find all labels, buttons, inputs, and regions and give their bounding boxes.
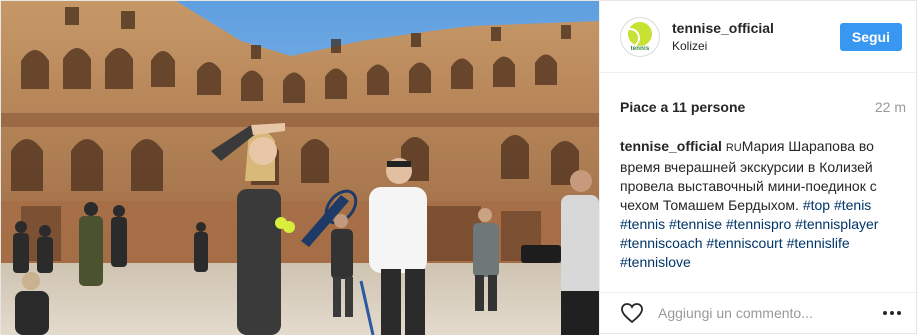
post-caption: tennise_official RUМария Шарапова во вре… [620, 137, 904, 271]
hashtag[interactable]: #tennispro [726, 216, 791, 232]
post-side-panel: tennis tennise_official Kolizei Segui Pi… [599, 1, 916, 333]
username-link[interactable]: tennise_official [672, 19, 840, 37]
hashtag[interactable]: #tenis [834, 197, 871, 213]
post-timestamp[interactable]: 22 m [875, 99, 906, 115]
caption-language-tag: RU [725, 142, 742, 154]
location-link[interactable]: Kolizei [672, 37, 840, 55]
avatar-logo-text: tennis [630, 45, 650, 52]
header-user-info: tennise_official Kolizei [672, 19, 840, 55]
post-photo[interactable] [1, 1, 599, 335]
comment-input[interactable] [656, 304, 880, 322]
hashtag[interactable]: #tenniscourt [706, 235, 782, 251]
hashtag[interactable]: #tennisplayer [795, 216, 878, 232]
avatar[interactable]: tennis [620, 16, 660, 57]
colosseum-photo [1, 1, 599, 335]
tennis-ball-logo-icon [621, 21, 652, 48]
caption-username[interactable]: tennise_official [620, 138, 722, 154]
hashtag[interactable]: #tennis [620, 216, 665, 232]
more-dot [897, 311, 901, 315]
hashtag[interactable]: #tennise [669, 216, 722, 232]
more-options-icon[interactable] [880, 303, 904, 323]
post-meta: Piace a 11 persone 22 m [600, 73, 916, 117]
hashtag[interactable]: #top [803, 197, 830, 213]
heart-icon[interactable] [620, 302, 644, 324]
instagram-post: tennis tennise_official Kolizei Segui Pi… [0, 0, 917, 335]
follow-button[interactable]: Segui [839, 22, 902, 51]
hashtag[interactable]: #tennislove [620, 254, 691, 270]
hashtag[interactable]: #tenniscoach [620, 235, 703, 251]
more-dot [883, 311, 887, 315]
likes-count[interactable]: Piace a 11 persone [620, 99, 745, 115]
post-header: tennis tennise_official Kolizei Segui [600, 1, 916, 73]
more-dot [890, 311, 894, 315]
hashtag[interactable]: #tennislife [787, 235, 850, 251]
comment-bar [600, 292, 916, 333]
